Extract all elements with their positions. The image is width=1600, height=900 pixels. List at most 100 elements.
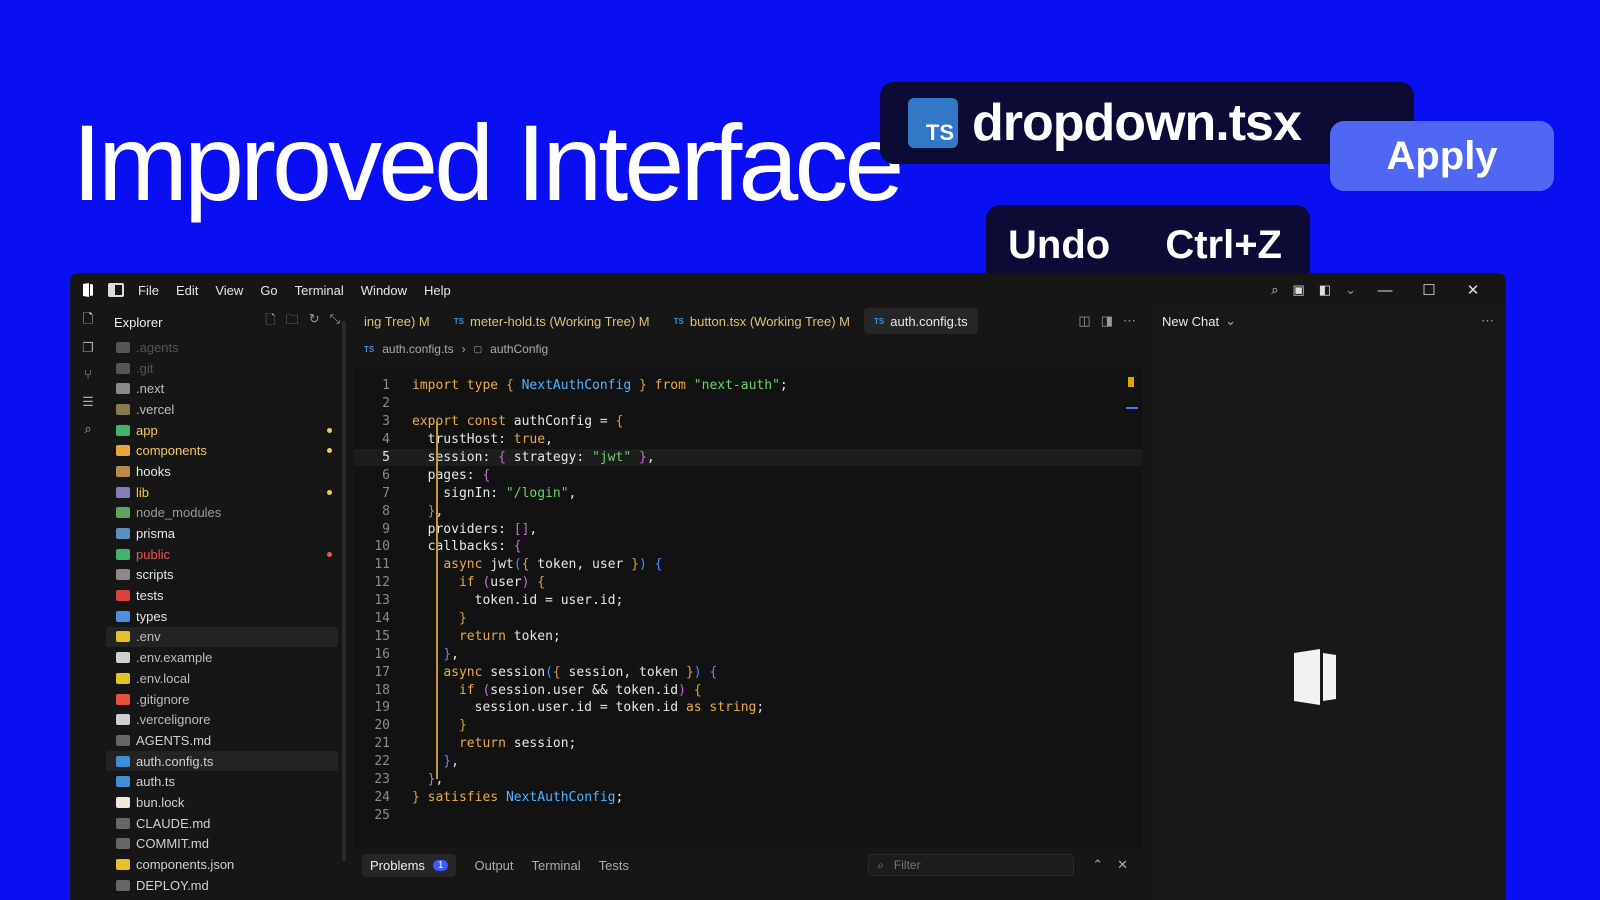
editor-tab[interactable]: TS auth.config.ts (864, 308, 978, 334)
code-line[interactable]: 21 return session; (354, 735, 1142, 753)
more-icon[interactable]: ⋯ (1123, 313, 1136, 329)
tree-item[interactable]: components (106, 440, 338, 461)
editor-tab[interactable]: TS button.tsx (Working Tree) M (664, 308, 860, 334)
tree-item[interactable]: types (106, 606, 338, 627)
editor-tab[interactable]: ing Tree) M (354, 308, 440, 334)
tree-item[interactable]: auth.ts (106, 771, 338, 792)
copy-icon[interactable]: ❐ (70, 334, 106, 361)
code-token: trustHost: (412, 432, 514, 448)
tree-item[interactable]: app (106, 420, 338, 441)
code-line[interactable]: 2 (354, 395, 1142, 413)
code-line[interactable]: 16 }, (354, 645, 1142, 663)
code-line[interactable]: 8 }, (354, 502, 1142, 520)
more-icon[interactable]: ⋯ (1481, 313, 1494, 329)
code-editor[interactable]: 1 import type { NextAuthConfig } from "ne… (354, 369, 1142, 847)
editor-tab[interactable]: TS meter-hold.ts (Working Tree) M (444, 308, 660, 334)
breadcrumb-file[interactable]: auth.config.ts (382, 342, 453, 356)
code-line[interactable]: 5 session: { strategy: "jwt" }, (354, 448, 1142, 467)
tree-item[interactable]: scripts (106, 565, 338, 586)
code-line[interactable]: 13 token.id = user.id; (354, 592, 1142, 610)
tree-item[interactable]: .vercel (106, 399, 338, 420)
menu-help[interactable]: Help (424, 283, 451, 298)
open-changes-icon[interactable]: ◫ (1078, 313, 1090, 329)
breadcrumb-symbol[interactable]: authConfig (490, 342, 548, 356)
tree-item[interactable]: .next (106, 378, 338, 399)
code-line[interactable]: 4 trustHost: true, (354, 431, 1142, 449)
code-line[interactable]: 12 if (user) { (354, 574, 1142, 592)
code-line[interactable]: 25 (354, 806, 1142, 824)
split-editor-icon[interactable]: ◨ (1101, 313, 1113, 329)
code-line[interactable]: 9 providers: [], (354, 520, 1142, 538)
tree-item[interactable]: .git (106, 358, 338, 379)
code-line[interactable]: 10 callbacks: { (354, 538, 1142, 556)
explorer-scrollbar[interactable] (342, 321, 346, 861)
code-line[interactable]: 11 async jwt({ token, user }) { (354, 556, 1142, 574)
code-line[interactable]: 18 if (session.user && token.id) { (354, 681, 1142, 699)
menu-file[interactable]: File (138, 283, 159, 298)
tree-item[interactable]: public (106, 544, 338, 565)
layout-sidebar-icon[interactable]: ◧ (1319, 282, 1331, 298)
code-line[interactable]: 3export const authConfig = { (354, 413, 1142, 431)
chevron-down-icon[interactable]: ⌄ (1345, 282, 1356, 298)
code-line[interactable]: 6 pages: { (354, 466, 1142, 484)
files-icon[interactable]: 🗋 (70, 307, 106, 334)
tree-item[interactable]: AGENTS.md (106, 730, 338, 751)
code-line[interactable]: 20 } (354, 717, 1142, 735)
code-line[interactable]: 1 import type { NextAuthConfig } from "ne… (354, 377, 1142, 395)
tree-item[interactable]: .env.example (106, 647, 338, 668)
chat-title[interactable]: New Chat (1162, 314, 1219, 329)
code-line[interactable]: 17 async session({ session, token }) { (354, 663, 1142, 681)
sidebar-toggle-icon[interactable] (108, 283, 124, 297)
menu-edit[interactable]: Edit (176, 283, 198, 298)
apply-button[interactable]: Apply (1330, 121, 1554, 191)
tree-item[interactable]: DEPLOY.md (106, 875, 338, 896)
chevron-down-icon[interactable]: ⌄ (1225, 313, 1236, 329)
tab-terminal[interactable]: Terminal (532, 858, 581, 873)
tab-tests[interactable]: Tests (599, 858, 629, 873)
search-icon[interactable]: ⌕ (1271, 282, 1278, 298)
tree-item[interactable]: .agents (106, 337, 338, 358)
search-icon[interactable]: ⌕ (70, 415, 106, 442)
code-line[interactable]: 7 signIn: "/login", (354, 484, 1142, 502)
list-icon[interactable]: ☰ (70, 388, 106, 415)
menu-window[interactable]: Window (361, 283, 407, 298)
chevron-up-icon[interactable]: ⌃ (1092, 857, 1103, 873)
layout-panel-icon[interactable]: ▣ (1293, 282, 1305, 298)
tab-problems[interactable]: Problems 1 (362, 853, 457, 877)
tab-output[interactable]: Output (474, 858, 513, 873)
close-panel-icon[interactable]: ✕ (1117, 857, 1128, 873)
tree-item[interactable]: .vercelignore (106, 709, 338, 730)
tree-item[interactable]: prisma (106, 523, 338, 544)
tree-item[interactable]: .env.local (106, 668, 338, 689)
code-line[interactable]: 23 }, (354, 771, 1142, 789)
tree-item[interactable]: bun.lock (106, 792, 338, 813)
tree-item-label: lib (136, 484, 150, 500)
code-line[interactable]: 22 }, (354, 753, 1142, 771)
tree-item[interactable]: lib (106, 482, 338, 503)
tree-item[interactable]: node_modules (106, 503, 338, 524)
menu-terminal[interactable]: Terminal (295, 283, 344, 298)
tree-item[interactable]: .gitignore (106, 689, 338, 710)
code-line[interactable]: 19 session.user.id = token.id as string; (354, 699, 1142, 717)
maximize-icon[interactable]: ☐ (1414, 281, 1444, 299)
tree-item[interactable]: tests (106, 585, 338, 606)
menu-view[interactable]: View (215, 283, 243, 298)
minimize-icon[interactable]: — (1370, 282, 1400, 299)
tree-item[interactable]: COMMIT.md (106, 834, 338, 855)
filter-input[interactable] (893, 858, 1044, 872)
refresh-icon[interactable]: ↻ (309, 311, 320, 333)
menu-go[interactable]: Go (260, 283, 277, 298)
tree-item[interactable]: components.json (106, 854, 338, 875)
code-line[interactable]: 24} satisfies NextAuthConfig; (354, 788, 1142, 806)
new-file-icon[interactable]: 🗋 (265, 311, 275, 333)
code-line[interactable]: 14 } (354, 610, 1142, 628)
tree-item[interactable]: auth.config.ts (106, 750, 338, 772)
collapse-icon[interactable]: ⤡ (330, 311, 340, 333)
tree-item[interactable]: CLAUDE.md (106, 813, 338, 834)
source-control-icon[interactable]: ⑂ (70, 361, 106, 388)
tree-item[interactable]: hooks (106, 461, 338, 482)
tree-item[interactable]: .env (106, 626, 338, 648)
new-folder-icon[interactable]: 🗀 (286, 311, 299, 333)
close-icon[interactable]: ✕ (1458, 281, 1488, 299)
code-line[interactable]: 15 return token; (354, 627, 1142, 645)
